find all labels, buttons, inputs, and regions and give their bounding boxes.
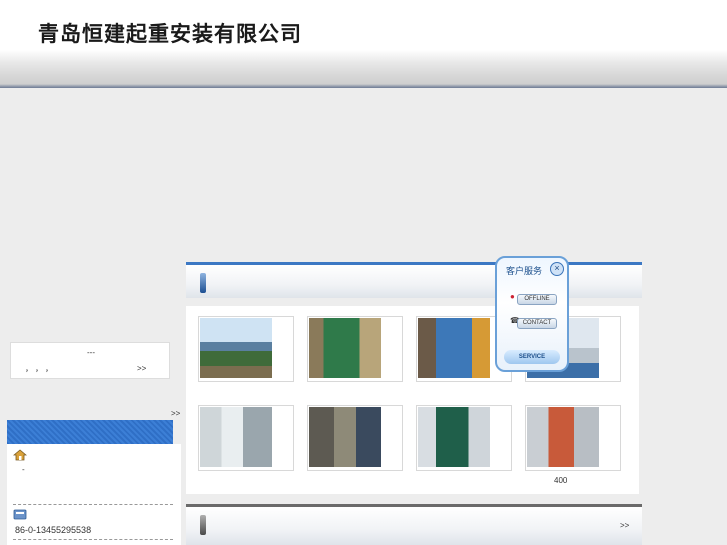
home-icon — [12, 448, 28, 461]
product-thumb[interactable] — [416, 405, 512, 471]
contact-divider-2 — [13, 539, 173, 540]
service-button[interactable]: SERVICE — [504, 350, 560, 364]
close-icon[interactable]: × — [550, 262, 564, 276]
product-thumb[interactable] — [198, 316, 294, 382]
qq-penguin-icon: ● — [510, 292, 515, 301]
product-image-blue-machine — [418, 318, 490, 378]
site-header: 青岛恒建起重安装有限公司 — [0, 0, 727, 88]
left-more-link[interactable]: >> — [171, 409, 180, 418]
contact-button[interactable]: CONTACT — [517, 318, 557, 329]
product-thumb[interactable] — [198, 405, 294, 471]
product-image-cleanroom — [200, 407, 272, 467]
product-image-large-press — [527, 407, 599, 467]
section-marker-icon — [200, 273, 206, 293]
section-marker-icon — [200, 515, 206, 535]
company-name: 青岛恒建起重安装有限公司 — [38, 22, 302, 46]
customer-service-widget: 客户服务 × ● OFFLINE ☎ CONTACT SERVICE — [495, 256, 569, 372]
notice-text: ，，， — [25, 364, 59, 373]
product-image-green-machine — [309, 318, 381, 378]
product-image-press — [418, 407, 490, 467]
widget-title: 客户服务 — [506, 266, 543, 276]
phone-number: 86-0-13455295538 — [15, 525, 92, 535]
products-panel: 400 — [186, 306, 639, 494]
product-image-loading — [309, 407, 381, 467]
product-thumb[interactable] — [307, 405, 403, 471]
phone-icon — [13, 507, 27, 520]
lower-section-header: >> — [186, 504, 642, 545]
notice-more-link[interactable]: >> — [137, 364, 146, 373]
notice-box: --- ，，， >> — [10, 342, 170, 379]
product-count: 400 — [554, 476, 568, 485]
product-thumb[interactable] — [307, 316, 403, 382]
product-image-crane — [200, 318, 272, 378]
notice-title: --- — [87, 348, 95, 357]
contact-header-bar — [7, 420, 173, 444]
product-thumb[interactable] — [525, 405, 621, 471]
lower-more-link[interactable]: >> — [620, 521, 629, 530]
products-header — [186, 262, 642, 298]
contact-line: - — [22, 465, 25, 474]
offline-button[interactable]: OFFLINE — [517, 294, 557, 305]
contact-divider — [13, 504, 173, 505]
contact-panel: - 86-0-13455295538 — [7, 444, 181, 545]
